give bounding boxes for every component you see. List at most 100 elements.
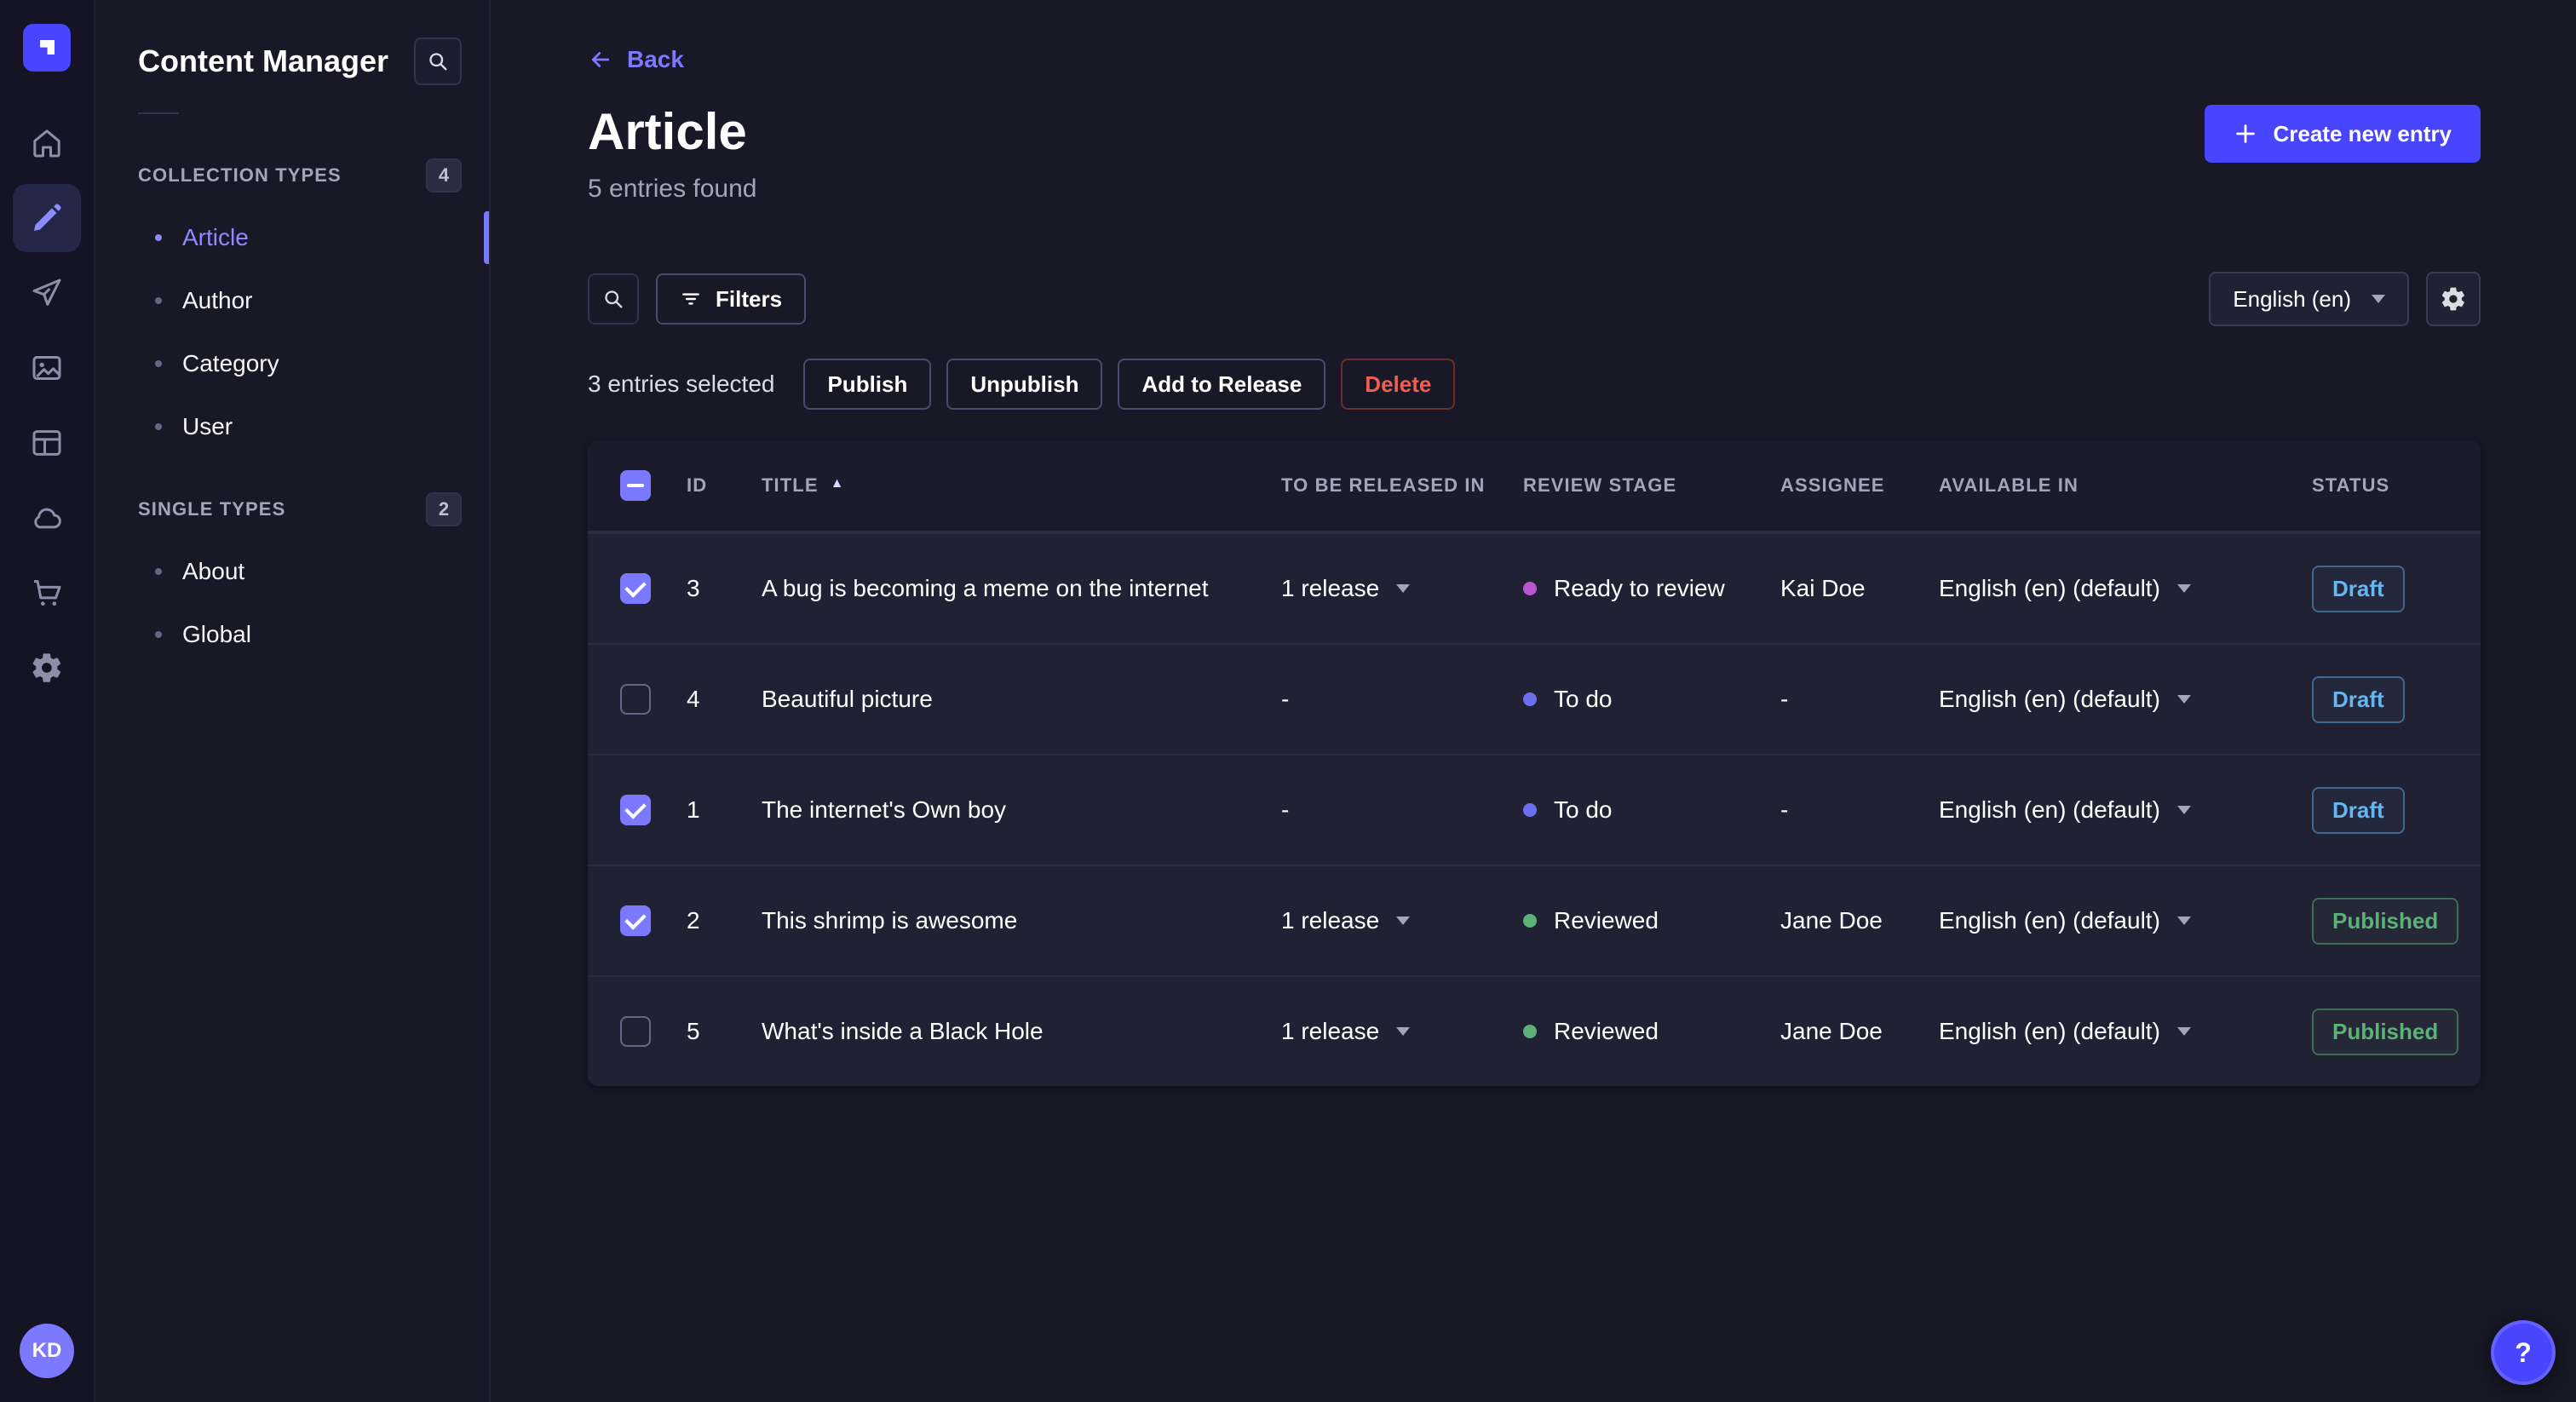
cell-id: 1: [687, 796, 700, 823]
locale-value: English (en): [2233, 285, 2351, 312]
media-library-icon[interactable]: [13, 334, 81, 402]
table-row[interactable]: 4 Beautiful picture - To do - English (e…: [588, 643, 2481, 754]
available-in-label: English (en) (default): [1939, 796, 2160, 823]
nav-rail: KD: [0, 0, 95, 1402]
create-entry-button[interactable]: Create new entry: [2205, 105, 2481, 163]
bullet-icon: [155, 297, 162, 304]
cell-available-in[interactable]: English (en) (default): [1939, 796, 2312, 824]
cell-id: 5: [687, 1018, 700, 1044]
review-stage-dot: [1523, 692, 1537, 706]
locale-select[interactable]: English (en): [2209, 272, 2409, 326]
release-label: -: [1281, 686, 1290, 712]
content-manager-icon[interactable]: [13, 184, 81, 252]
cell-available-in[interactable]: English (en) (default): [1939, 1018, 2312, 1045]
marketplace-cart-icon[interactable]: [13, 559, 81, 627]
settings-gear-icon[interactable]: [13, 634, 81, 702]
content-type-builder-icon[interactable]: [13, 409, 81, 477]
sidebar-search-icon[interactable]: [414, 37, 462, 85]
column-title-label: TITLE: [762, 474, 819, 496]
table-row[interactable]: 5 What's inside a Black Hole 1 release R…: [588, 975, 2481, 1086]
search-icon[interactable]: [588, 273, 639, 325]
row-checkbox[interactable]: [620, 1016, 651, 1047]
release-label: 1 release: [1281, 907, 1380, 934]
active-indicator: [484, 211, 489, 264]
cell-review-stage: Reviewed: [1523, 907, 1780, 934]
bullet-icon: [155, 360, 162, 367]
cell-release[interactable]: 1 release: [1281, 907, 1523, 934]
cell-available-in[interactable]: English (en) (default): [1939, 575, 2312, 602]
table-row[interactable]: 3 A bug is becoming a meme on the intern…: [588, 532, 2481, 643]
app-window: KD Content Manager COLLECTION TYPES 4 Ar…: [0, 0, 2576, 1402]
user-avatar[interactable]: KD: [20, 1324, 74, 1378]
bullet-icon: [155, 423, 162, 430]
row-checkbox[interactable]: [620, 905, 651, 936]
back-label: Back: [627, 46, 684, 72]
column-header-title[interactable]: TITLE ▲: [762, 474, 1281, 497]
status-badge: Published: [2312, 897, 2459, 945]
select-all-checkbox[interactable]: [620, 470, 651, 501]
view-settings-icon[interactable]: [2426, 272, 2481, 326]
cell-status: Draft: [2312, 675, 2481, 723]
sidebar-item-label: Global: [182, 621, 251, 647]
content-manager-sidebar: Content Manager COLLECTION TYPES 4 Artic…: [95, 0, 491, 1402]
strapi-logo[interactable]: [23, 0, 71, 95]
column-header-available-in: AVAILABLE IN: [1939, 474, 2079, 496]
chevron-down-icon: [1396, 1027, 1411, 1036]
help-button[interactable]: ?: [2491, 1320, 2556, 1385]
sidebar-item-author[interactable]: Author: [95, 269, 489, 332]
release-label: -: [1281, 796, 1290, 823]
cell-title: The internet's Own boy: [762, 796, 1007, 823]
table-row[interactable]: 1 The internet's Own boy - To do - Engli…: [588, 754, 2481, 865]
sidebar-item-category[interactable]: Category: [95, 332, 489, 395]
unpublish-button[interactable]: Unpublish: [946, 359, 1103, 410]
review-stage-label: Reviewed: [1554, 1018, 1659, 1044]
row-checkbox[interactable]: [620, 795, 651, 825]
section-label: COLLECTION TYPES: [138, 164, 342, 186]
cell-available-in[interactable]: English (en) (default): [1939, 686, 2312, 713]
chevron-down-icon: [2176, 695, 2191, 704]
delete-button[interactable]: Delete: [1341, 359, 1456, 410]
cell-status: Draft: [2312, 786, 2481, 834]
row-checkbox[interactable]: [620, 684, 651, 715]
sidebar-item-user[interactable]: User: [95, 395, 489, 458]
chevron-down-icon: [2372, 295, 2385, 303]
cell-release[interactable]: -: [1281, 686, 1523, 713]
sidebar-item-global[interactable]: Global: [95, 603, 489, 666]
review-stage-dot: [1523, 1025, 1537, 1038]
filters-button[interactable]: Filters: [656, 273, 807, 325]
table-header-row: ID TITLE ▲ TO BE RELEASED IN REVIEW STAGE…: [588, 440, 2481, 532]
cell-release[interactable]: -: [1281, 796, 1523, 824]
cell-id: 4: [687, 686, 700, 712]
cell-assignee: Jane Doe: [1780, 1018, 1883, 1044]
home-icon[interactable]: [13, 109, 81, 177]
available-in-label: English (en) (default): [1939, 907, 2160, 934]
chevron-down-icon: [2176, 1027, 2191, 1036]
review-stage-label: Reviewed: [1554, 907, 1659, 934]
column-header-id[interactable]: ID: [687, 474, 762, 497]
add-to-release-button[interactable]: Add to Release: [1118, 359, 1326, 410]
review-stage-dot: [1523, 582, 1537, 595]
release-label: 1 release: [1281, 575, 1380, 601]
cell-review-stage: To do: [1523, 686, 1780, 713]
releases-icon[interactable]: [13, 259, 81, 327]
sidebar-item-about[interactable]: About: [95, 540, 489, 603]
cell-release[interactable]: 1 release: [1281, 575, 1523, 602]
section-count-badge: 4: [426, 158, 462, 192]
back-link[interactable]: Back: [588, 46, 684, 73]
sidebar-item-label: About: [182, 558, 245, 584]
deploy-cloud-icon[interactable]: [13, 484, 81, 552]
cell-review-stage: To do: [1523, 796, 1780, 824]
available-in-label: English (en) (default): [1939, 575, 2160, 601]
cell-assignee: Jane Doe: [1780, 907, 1883, 934]
publish-button[interactable]: Publish: [803, 359, 932, 410]
table-row[interactable]: 2 This shrimp is awesome 1 release Revie…: [588, 865, 2481, 975]
bullet-icon: [155, 631, 162, 638]
entries-count: 5 entries found: [588, 175, 757, 203]
bullet-icon: [155, 234, 162, 241]
row-checkbox[interactable]: [620, 573, 651, 604]
cell-available-in[interactable]: English (en) (default): [1939, 907, 2312, 934]
review-stage-dot: [1523, 914, 1537, 928]
sidebar-item-article[interactable]: Article: [95, 206, 489, 269]
cell-release[interactable]: 1 release: [1281, 1018, 1523, 1045]
column-header-review-stage: REVIEW STAGE: [1523, 474, 1677, 496]
